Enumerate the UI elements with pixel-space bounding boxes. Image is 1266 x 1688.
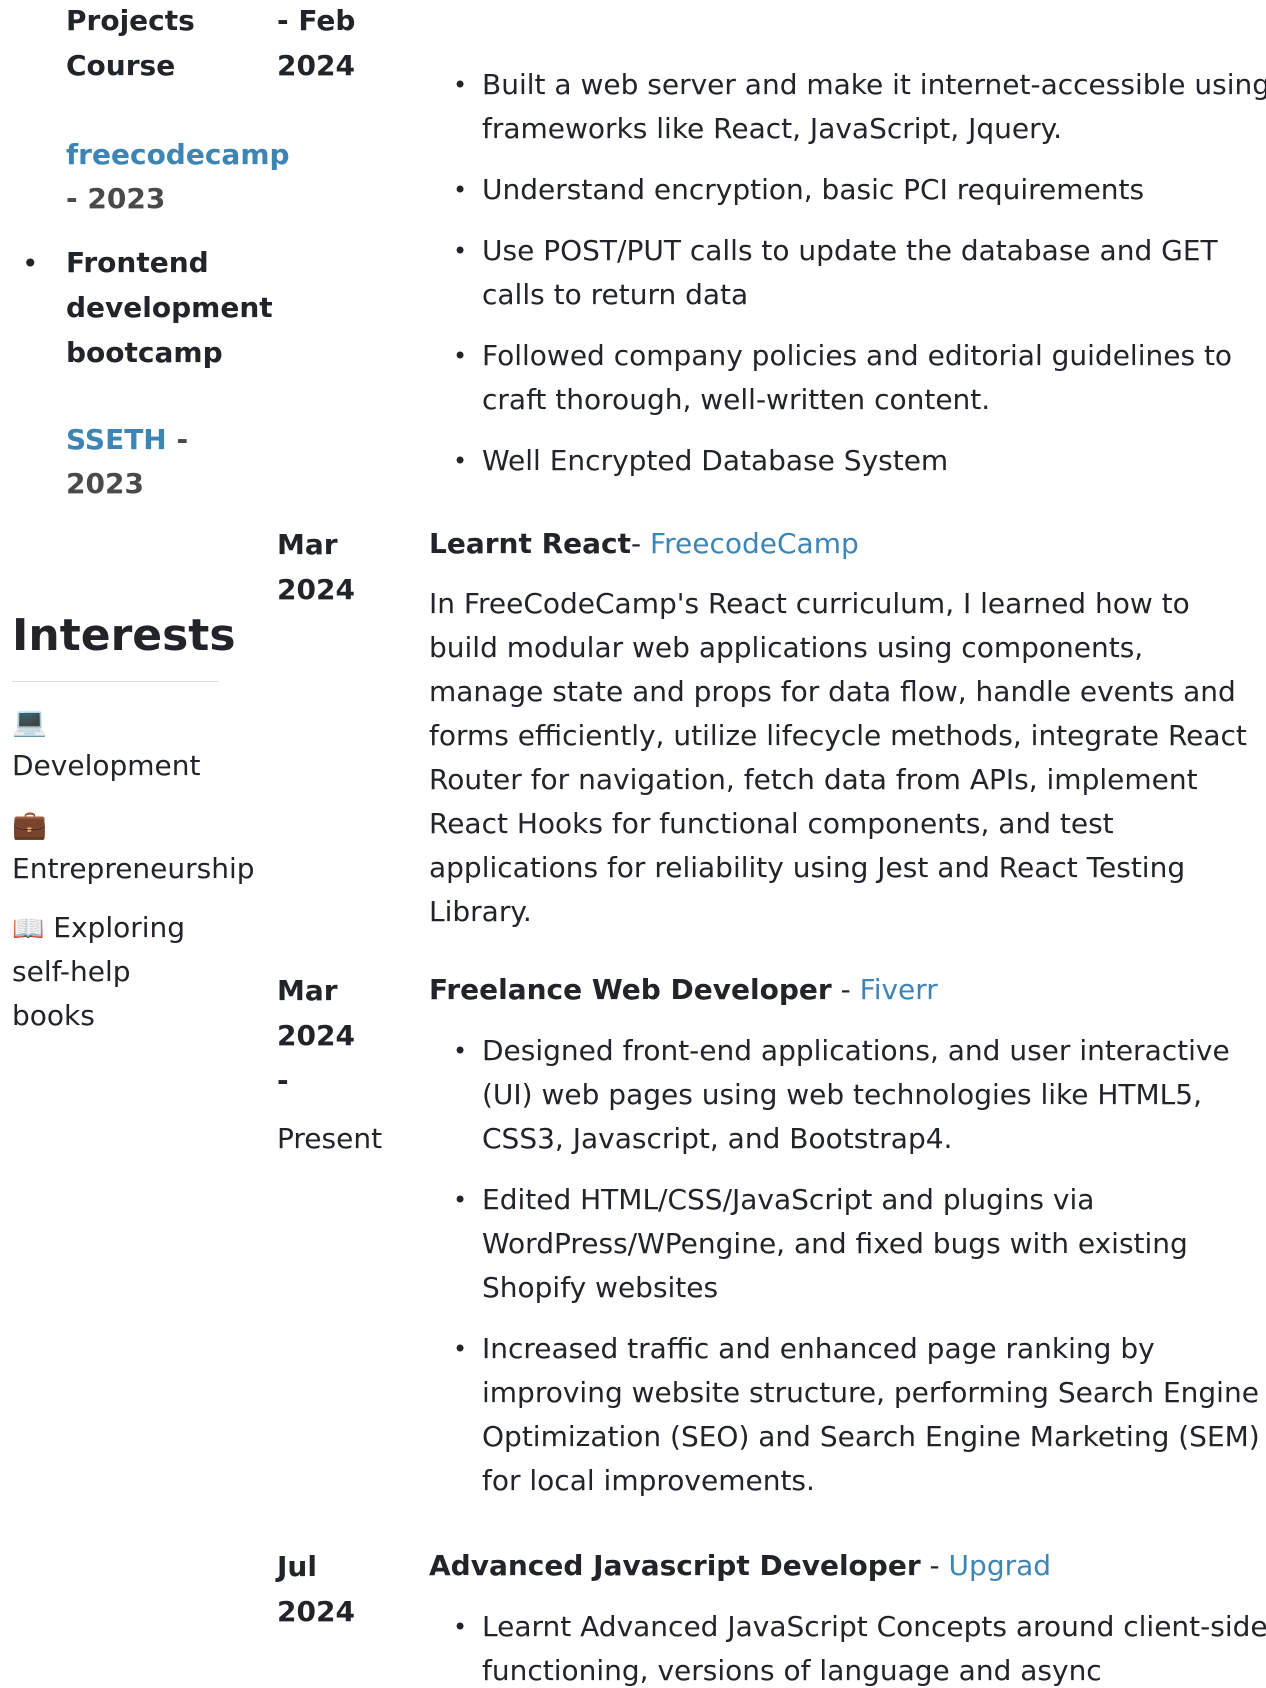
cert-title-line: bootcamp	[66, 336, 223, 369]
bullet-dot: •	[22, 247, 39, 280]
list-item: Edited HTML/CSS/JavaScript and plugins v…	[453, 1178, 1266, 1310]
entry-date-end: Present	[277, 1122, 383, 1155]
list-item: Understand encryption, basic PCI require…	[453, 168, 1266, 212]
entry-heading: Advanced Javascript Developer - Upgrad	[429, 1544, 1051, 1588]
entry-date-line: - Feb	[277, 4, 356, 37]
interests-heading: Interests	[12, 610, 236, 661]
entry-heading: Freelance Web Developer - Fiverr	[429, 968, 938, 1012]
entry-date-line: 2024	[277, 1595, 355, 1628]
list-item: Built a web server and make it internet-…	[453, 63, 1266, 151]
interest-exploring: 📖 Exploring	[12, 906, 185, 951]
cert-year: - 2023	[66, 182, 166, 215]
cert-dash: -	[166, 423, 189, 456]
interest-entrepreneurship: Entrepreneurship	[12, 852, 255, 885]
cert-title-line: development	[66, 291, 273, 324]
cert-title-line: Course	[66, 49, 176, 82]
entry-heading: Learnt React- FreecodeCamp	[429, 522, 859, 566]
section-divider	[12, 681, 218, 682]
entry-sep: -	[920, 1549, 949, 1582]
entry-bullet-list: Learnt Advanced JavaScript Concepts arou…	[453, 1605, 1266, 1688]
cert-title-line: Frontend	[66, 246, 209, 279]
interest-development: Development	[12, 749, 201, 782]
list-item: Designed front-end applications, and use…	[453, 1029, 1266, 1161]
laptop-icon: 💻	[12, 705, 47, 738]
list-item: Increased traffic and enhanced page rank…	[453, 1327, 1266, 1503]
org-link-fiverr[interactable]: Fiverr	[860, 973, 938, 1006]
entry-paragraph: In FreeCodeCamp's React curriculum, I le…	[429, 587, 1247, 928]
cert-source-link-freecodecamp[interactable]: freecodecamp	[66, 138, 290, 171]
entry-sep: -	[631, 527, 651, 560]
list-item: Followed company policies and editorial …	[453, 334, 1266, 422]
interest-label-line: Exploring	[53, 911, 186, 944]
entry-sep: -	[831, 973, 860, 1006]
list-item: Use POST/PUT calls to update the databas…	[453, 229, 1266, 317]
entry-date-line: 2024	[277, 49, 355, 82]
list-item: Learnt Advanced JavaScript Concepts arou…	[453, 1605, 1266, 1688]
org-link-upgrad[interactable]: Upgrad	[949, 1549, 1051, 1582]
entry-role: Advanced Javascript Developer	[429, 1549, 921, 1582]
interest-label-line: self-help	[12, 955, 131, 988]
cert-source: freecodecamp	[66, 133, 290, 177]
entry-role: Freelance Web Developer	[429, 973, 832, 1006]
cert-source-link-sseth[interactable]: SSETH	[66, 423, 167, 456]
cert-title-line: Projects	[66, 4, 195, 37]
cert-year: 2023	[66, 467, 144, 500]
cert-source: SSETH -	[66, 418, 188, 462]
interest-label-line: books	[12, 999, 95, 1032]
org-link-freecodecamp[interactable]: FreecodeCamp	[650, 527, 859, 560]
book-icon: 📖	[12, 914, 45, 944]
entry-date-line: Mar	[277, 528, 338, 561]
entry-date-line: Mar	[277, 974, 338, 1007]
briefcase-icon: 💼	[12, 808, 47, 841]
entry-date-line: -	[277, 1064, 289, 1097]
list-item: Well Encrypted Database System	[453, 439, 1266, 483]
entry-date-line: Jul	[277, 1550, 317, 1583]
entry-role: Learnt React	[429, 527, 632, 560]
entry-bullet-list: Built a web server and make it internet-…	[453, 63, 1266, 500]
entry-date-line: 2024	[277, 573, 355, 606]
entry-bullet-list: Designed front-end applications, and use…	[453, 1029, 1266, 1520]
entry-date-line: 2024	[277, 1019, 355, 1052]
